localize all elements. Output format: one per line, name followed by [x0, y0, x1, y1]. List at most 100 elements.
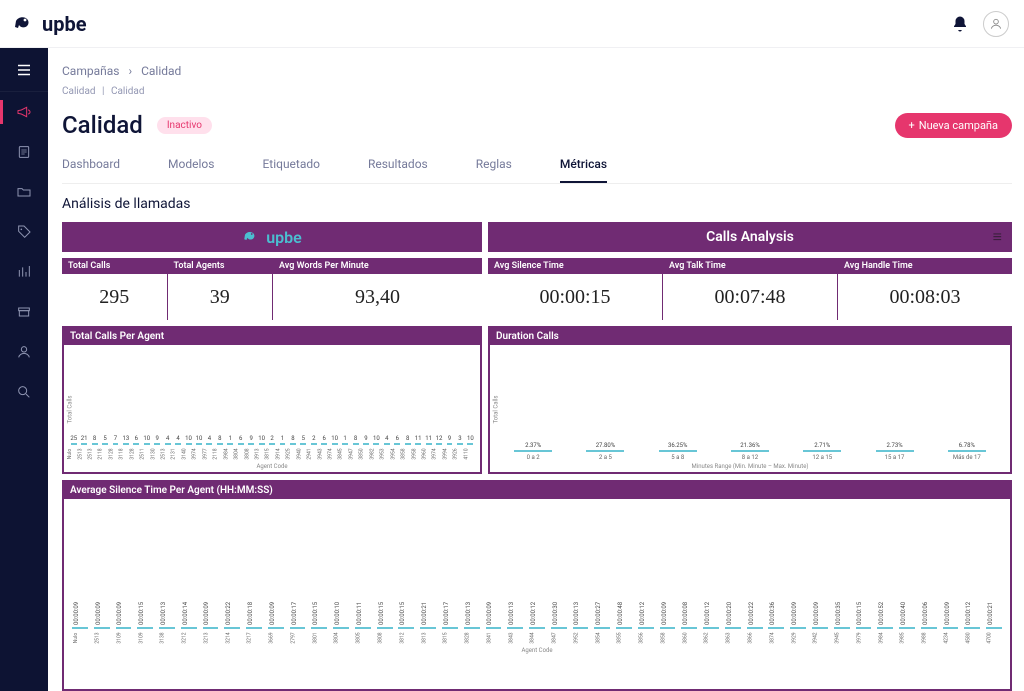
- bar: 104110: [467, 435, 474, 461]
- bar: 82118: [216, 435, 223, 461]
- bar: 00:00:214700: [984, 627, 1004, 645]
- megaphone-icon: [16, 104, 32, 120]
- tab-reglas[interactable]: Reglas: [476, 153, 512, 183]
- bar: 00:00:153812: [396, 627, 416, 645]
- tab-etiquetado[interactable]: Etiquetado: [262, 153, 320, 183]
- tab-resultados[interactable]: Resultados: [368, 153, 428, 183]
- dashboard-header-left-text: upbe: [266, 228, 302, 247]
- bar: 33926: [456, 435, 463, 461]
- bar: 00:00:092513: [92, 627, 112, 645]
- bar: 00:00:133952: [571, 627, 591, 645]
- nav-users[interactable]: [0, 332, 48, 372]
- bar: 52118: [101, 435, 108, 461]
- stat-cell: Avg Silence Time00:00:15: [488, 258, 662, 320]
- x-axis-label: Agent Code: [70, 647, 1004, 654]
- bar: 00:00:133828: [462, 627, 482, 645]
- bar: 93850: [362, 435, 369, 461]
- bar: 00:00:093213: [201, 627, 221, 645]
- bar: 00:00:093942: [810, 627, 830, 645]
- bar: 22941: [310, 435, 317, 461]
- user-avatar[interactable]: [982, 10, 1010, 38]
- plus-icon: +: [909, 119, 915, 132]
- bar: 00:00:153979: [854, 627, 874, 645]
- bar: 23815: [268, 435, 275, 461]
- stat-value: 39: [168, 274, 273, 320]
- search-icon: [16, 384, 32, 400]
- dashboard-header-right-text: Calls Analysis: [706, 229, 794, 245]
- x-axis-label: Minutes Range (Min. Minute – Max. Minute…: [496, 463, 1004, 470]
- bar: 00:00:143212: [179, 627, 199, 645]
- bar: 00:00:093929: [788, 627, 808, 645]
- chart-bars: 25Nulo2125138251352118731281331186312810…: [70, 351, 474, 461]
- nav-archive[interactable]: [0, 292, 48, 332]
- page-title: Calidad: [62, 111, 143, 139]
- sub-bc-b: Calidad: [111, 86, 145, 97]
- menu-toggle[interactable]: [0, 48, 48, 92]
- x-axis-label: Agent Code: [70, 463, 474, 470]
- bar: 21.36%8 a 12: [723, 442, 777, 461]
- chart-icon: [16, 264, 32, 280]
- bar: 00:00:124580: [962, 627, 982, 645]
- bar: 00:00:183217: [244, 627, 264, 645]
- logo-icon: [242, 228, 260, 246]
- new-campaign-button[interactable]: + Nueva campaña: [895, 113, 1013, 138]
- bell-icon[interactable]: [946, 10, 974, 38]
- topbar: upbe: [0, 0, 1024, 48]
- bar: 2.71%12 a 15: [795, 442, 849, 461]
- bar: 00:00:363874: [767, 627, 787, 645]
- archive-icon: [16, 304, 32, 320]
- stat-label: Avg Silence Time: [488, 258, 662, 274]
- breadcrumb-leaf: Calidad: [141, 64, 181, 78]
- nav-analytics[interactable]: [0, 252, 48, 292]
- chart-total-calls-per-agent: Total Calls Per Agent Total Calls 25Nulo…: [62, 326, 482, 474]
- stat-cell: Avg Words Per Minute93,40: [273, 258, 482, 320]
- logo-icon: [12, 12, 36, 36]
- status-badge: Inactivo: [157, 117, 212, 134]
- bar: 00:00:093841: [484, 627, 504, 645]
- bar: 00:00:133138: [157, 627, 177, 645]
- breadcrumb: Campañas › Calidad: [62, 64, 1012, 78]
- bar: 102511: [143, 435, 150, 461]
- dashboard-header-right: Calls Analysis ≡: [488, 222, 1012, 252]
- tab-modelos[interactable]: Modelos: [168, 153, 214, 183]
- nav-search[interactable]: [0, 372, 48, 412]
- chart-bars: 2.37%0 a 227.80%2 a 536.25%5 a 821.36%8 …: [496, 351, 1004, 461]
- chart-title: Total Calls Per Agent: [64, 328, 480, 345]
- tab-métricas[interactable]: Métricas: [560, 153, 607, 183]
- bar: 00:00:094234: [941, 627, 961, 645]
- bar: 00:00:483855: [614, 627, 634, 645]
- nav-tag[interactable]: [0, 212, 48, 252]
- tag-icon: [16, 224, 32, 240]
- chart-duration-calls: Duration Calls Total Calls 2.37%0 a 227.…: [488, 326, 1012, 474]
- bar: 00:00:273854: [592, 627, 612, 645]
- document-icon: [16, 144, 32, 160]
- bar: 00:00:113805: [353, 627, 373, 645]
- nav-campaigns[interactable]: [0, 92, 48, 132]
- bar: 00:00:403985: [897, 627, 917, 645]
- dashboard-header-left: upbe: [62, 222, 482, 252]
- stats-right: Avg Silence Time00:00:15Avg Talk Time00:…: [488, 258, 1012, 320]
- bar: 00:00:09Nulo: [70, 627, 90, 645]
- tab-dashboard[interactable]: Dashboard: [62, 153, 120, 183]
- stat-value: 93,40: [273, 274, 482, 320]
- stats-left: Total Calls295Total Agents39Avg Words Pe…: [62, 258, 482, 320]
- bar: 00:00:223214: [222, 627, 242, 645]
- dashboard-menu-icon[interactable]: ≡: [993, 227, 1002, 247]
- bar: 00:00:203863: [723, 627, 743, 645]
- breadcrumb-root[interactable]: Campañas: [62, 64, 119, 78]
- bar: 00:00:153801: [309, 627, 329, 645]
- stat-label: Avg Talk Time: [663, 258, 837, 274]
- bar: 133118: [122, 435, 129, 461]
- bar: 43953: [383, 435, 390, 461]
- stat-value: 00:08:03: [838, 274, 1012, 320]
- bar: 00:00:063988: [919, 627, 939, 645]
- bar: 00:00:173815: [440, 627, 460, 645]
- nav-doc[interactable]: [0, 132, 48, 172]
- bar: 00:00:123856: [636, 627, 656, 645]
- nav-folder[interactable]: [0, 172, 48, 212]
- stat-label: Avg Words Per Minute: [273, 258, 482, 274]
- sub-bc-a[interactable]: Calidad: [62, 86, 96, 97]
- bar: 00:00:093109: [114, 627, 134, 645]
- bar: 00:00:083860: [679, 627, 699, 645]
- brand-logo[interactable]: upbe: [12, 12, 87, 36]
